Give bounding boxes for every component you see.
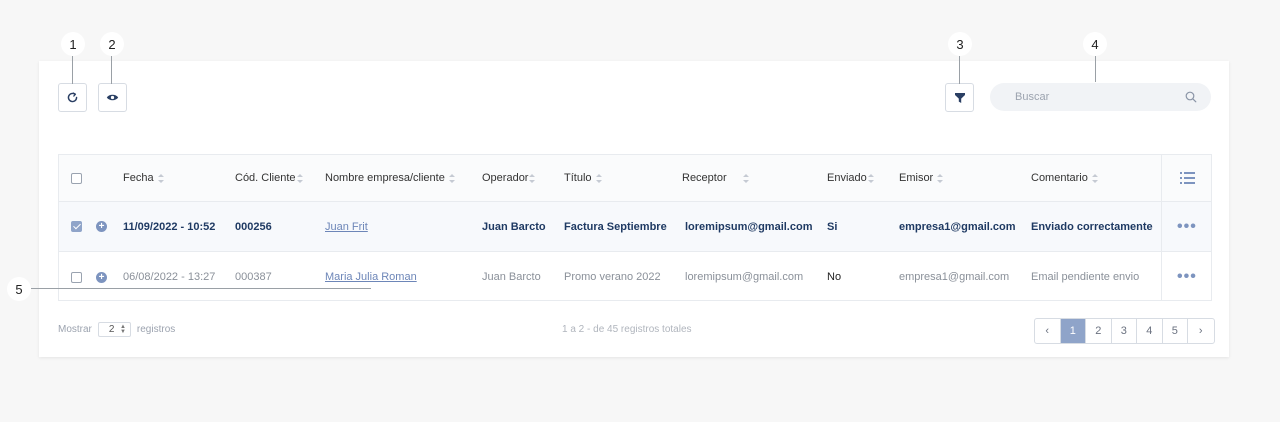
records-summary: 1 a 2 - de 45 registros totales bbox=[562, 324, 692, 335]
cell-cod-cliente: 000387 bbox=[235, 271, 272, 283]
pagination-prev[interactable]: ‹ bbox=[1035, 319, 1061, 343]
view-toggle-button[interactable] bbox=[98, 83, 127, 112]
registros-label: registros bbox=[136, 324, 176, 335]
sort-icon bbox=[1091, 173, 1098, 183]
mostrar-label: Mostrar bbox=[58, 324, 92, 335]
sort-icon bbox=[937, 173, 944, 183]
pagination-page-1[interactable]: 1 bbox=[1060, 319, 1086, 343]
data-table: Fecha Cód. Cliente Nombre empresa/client… bbox=[58, 154, 1212, 301]
callout-4: 4 bbox=[1083, 32, 1107, 56]
cell-fecha: 06/08/2022 - 13:27 bbox=[123, 271, 216, 283]
row-checkbox[interactable] bbox=[71, 221, 82, 232]
callout-3: 3 bbox=[948, 32, 972, 56]
sort-icon bbox=[595, 173, 602, 183]
funnel-icon bbox=[954, 92, 965, 103]
header-operador[interactable]: Operador bbox=[482, 155, 536, 201]
eye-icon bbox=[106, 94, 119, 101]
expand-row-icon[interactable]: + bbox=[96, 221, 107, 232]
row-actions-menu[interactable]: ••• bbox=[1177, 218, 1197, 236]
callout-1: 1 bbox=[61, 32, 85, 56]
table-header: Fecha Cód. Cliente Nombre empresa/client… bbox=[59, 155, 1211, 202]
cell-comentario: Email pendiente envio bbox=[1031, 271, 1140, 283]
pagination-page-5[interactable]: 5 bbox=[1163, 319, 1188, 343]
page-size-control: Mostrar 2 ▲ ▼ registros bbox=[58, 322, 175, 337]
list-columns-icon[interactable] bbox=[1180, 172, 1195, 184]
cell-cod-cliente: 000256 bbox=[235, 220, 272, 233]
cell-enviado: Si bbox=[827, 220, 838, 233]
table-row[interactable]: + 11/09/2022 - 10:52 000256 Juan Frit Ju… bbox=[59, 202, 1211, 252]
header-enviado[interactable]: Enviado bbox=[827, 155, 874, 201]
sort-icon bbox=[296, 173, 303, 183]
sort-icon bbox=[157, 173, 164, 183]
cell-enviado: No bbox=[827, 271, 842, 283]
sort-icon bbox=[529, 173, 536, 183]
pagination-page-4[interactable]: 4 bbox=[1137, 319, 1163, 343]
table-row[interactable]: + 06/08/2022 - 13:27 000387 Maria Julia … bbox=[59, 252, 1211, 302]
cell-nombre-link[interactable]: Maria Julia Roman bbox=[325, 252, 417, 302]
cell-comentario: Enviado correctamente bbox=[1031, 220, 1153, 233]
header-emisor[interactable]: Emisor bbox=[899, 155, 944, 201]
search-input[interactable] bbox=[1015, 91, 1195, 103]
sort-icon bbox=[867, 173, 874, 183]
cell-emisor: empresa1@gmail.com bbox=[899, 220, 1016, 233]
page-size-value: 2 bbox=[108, 324, 115, 335]
table-card: Fecha Cód. Cliente Nombre empresa/client… bbox=[39, 61, 1229, 357]
sort-icon bbox=[742, 173, 749, 183]
cell-fecha: 11/09/2022 - 10:52 bbox=[123, 220, 216, 233]
pagination-page-2[interactable]: 2 bbox=[1086, 319, 1112, 343]
filter-button[interactable] bbox=[945, 83, 974, 112]
header-receptor[interactable]: Receptor bbox=[682, 155, 749, 201]
header-cod-cliente[interactable]: Cód. Cliente bbox=[235, 155, 303, 201]
callout-4-line bbox=[1095, 56, 1096, 82]
expand-row-icon[interactable]: + bbox=[96, 271, 107, 283]
search-icon[interactable] bbox=[1185, 91, 1197, 103]
header-titulo[interactable]: Título bbox=[564, 155, 602, 201]
refresh-icon bbox=[67, 92, 78, 103]
cell-operador: Juan Barcto bbox=[482, 271, 541, 283]
callout-5: 5 bbox=[7, 277, 31, 301]
callout-3-line bbox=[959, 56, 960, 84]
callout-5-line bbox=[31, 288, 371, 289]
row-actions-menu[interactable]: ••• bbox=[1177, 268, 1197, 286]
search-box bbox=[990, 83, 1211, 111]
pagination-next[interactable]: › bbox=[1188, 319, 1214, 343]
cell-receptor: loremipsum@gmail.com bbox=[685, 220, 813, 233]
row-checkbox[interactable] bbox=[71, 271, 82, 283]
stepper-arrows-icon: ▲ ▼ bbox=[119, 323, 126, 335]
cell-emisor: empresa1@gmail.com bbox=[899, 271, 1010, 283]
cell-receptor: loremipsum@gmail.com bbox=[685, 271, 804, 283]
select-all-checkbox[interactable] bbox=[71, 172, 82, 184]
cell-titulo: Promo verano 2022 bbox=[564, 271, 661, 283]
header-nombre[interactable]: Nombre empresa/cliente bbox=[325, 155, 455, 201]
cell-nombre-link[interactable]: Juan Frit bbox=[325, 202, 368, 251]
callout-2-line bbox=[111, 56, 112, 84]
pagination-page-3[interactable]: 3 bbox=[1112, 319, 1137, 343]
actions-column-divider bbox=[1161, 155, 1162, 300]
header-comentario[interactable]: Comentario bbox=[1031, 155, 1098, 201]
header-fecha[interactable]: Fecha bbox=[123, 155, 164, 201]
pagination: ‹ 1 2 3 4 5 › bbox=[1034, 318, 1215, 344]
page-size-select[interactable]: 2 ▲ ▼ bbox=[97, 322, 131, 337]
sort-icon bbox=[448, 173, 455, 183]
cell-titulo: Factura Septiembre bbox=[564, 220, 667, 233]
cell-operador: Juan Barcto bbox=[482, 220, 546, 233]
refresh-button[interactable] bbox=[58, 83, 87, 112]
callout-2: 2 bbox=[100, 32, 124, 56]
callout-1-line bbox=[72, 56, 73, 84]
